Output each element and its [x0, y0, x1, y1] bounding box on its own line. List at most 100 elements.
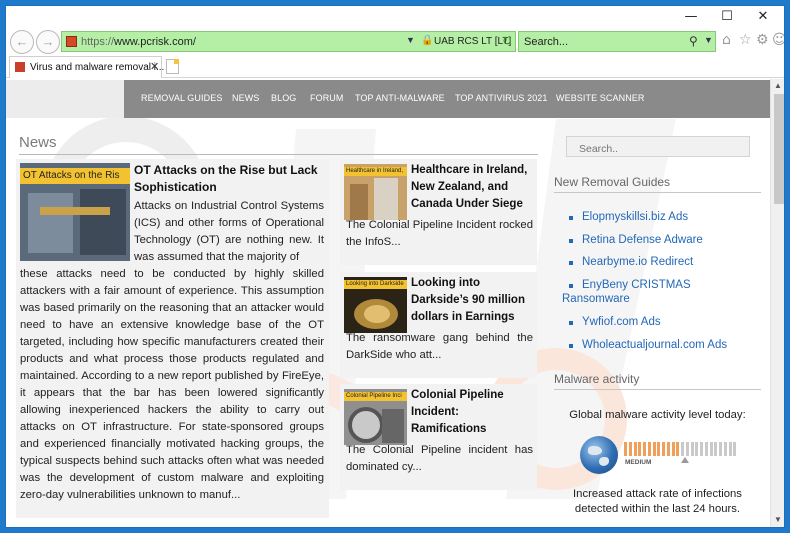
meter-tick — [624, 442, 627, 456]
meter-tick — [723, 442, 727, 456]
tab-favicon-icon — [15, 62, 25, 72]
new-tab-button[interactable] — [166, 59, 179, 74]
browser-window: — ☐ ✕ ← → https://www.pcrisk.com/ ▼ 🔒 UA… — [5, 5, 785, 528]
url-scheme: https:// — [81, 36, 115, 48]
site-favicon-icon — [66, 36, 77, 47]
list-bullet — [569, 261, 573, 265]
list-bullet — [569, 216, 573, 220]
removal-guides-divider — [554, 192, 761, 193]
side-article-title[interactable]: Healthcare in Ireland, New Zealand, and … — [411, 162, 535, 213]
site-navigation: REMOVAL GUIDES NEWS BLOG FORUM TOP ANTI-… — [124, 80, 770, 118]
meter-tick — [700, 442, 703, 456]
address-url[interactable]: https://www.pcrisk.com/ — [81, 36, 196, 48]
home-icon[interactable]: ⌂ — [722, 32, 731, 48]
malware-level-meter — [624, 442, 738, 456]
side-article-excerpt: The Colonial Pipeline incident has domin… — [346, 444, 533, 473]
nav-website-scanner[interactable]: WEBSITE SCANNER — [556, 93, 645, 103]
nav-forum[interactable]: FORUM — [310, 93, 344, 103]
minimize-button[interactable]: — — [676, 8, 706, 26]
malware-activity-divider — [554, 389, 761, 390]
nav-top-antivirus[interactable]: TOP ANTIVIRUS 2021 — [455, 93, 548, 103]
guide-link[interactable]: Wholeactualjournal.com Ads — [582, 339, 727, 351]
list-bullet — [569, 284, 573, 288]
list-bullet — [569, 239, 573, 243]
meter-tick — [628, 442, 632, 456]
site-search-input[interactable] — [566, 136, 750, 157]
side-article-excerpt: The Colonial Pipeline Incident rocked th… — [346, 219, 533, 248]
meter-tick — [695, 442, 699, 456]
address-dropdown-icon[interactable]: ▼ — [406, 35, 415, 45]
side-article-title[interactable]: Colonial Pipeline Incident: Ramification… — [411, 387, 535, 438]
meter-pointer-icon — [681, 457, 689, 463]
guide-link[interactable]: Elopmyskillsi.biz Ads — [582, 211, 688, 223]
side-article-2-thumbnail[interactable]: Looking into Darkside — [344, 277, 407, 333]
browser-search-placeholder: Search... — [524, 36, 569, 48]
list-bullet — [569, 344, 573, 348]
main-article-title[interactable]: OT Attacks on the Rise but Lack Sophisti… — [134, 162, 324, 196]
side-article-2: Looking into Darkside Looking into Darks… — [340, 272, 537, 378]
refresh-icon[interactable]: ↻ — [502, 34, 512, 48]
side-article-title[interactable]: Looking into Darkside’s 90 million dolla… — [411, 275, 535, 326]
meter-tick — [676, 442, 680, 456]
news-divider — [19, 154, 538, 155]
browser-tab[interactable]: Virus and malware removal i... ✕ — [9, 56, 164, 78]
meter-tick — [714, 442, 718, 456]
guide-link[interactable]: EnyBeny CRISTMAS — [582, 279, 691, 291]
nav-left-strip — [6, 80, 124, 118]
nav-removal-guides[interactable]: REMOVAL GUIDES — [141, 93, 222, 103]
guide-link[interactable]: Nearbyme.io Redirect — [582, 256, 693, 268]
meter-tick — [704, 442, 708, 456]
meter-tick — [681, 442, 684, 456]
certificate-label[interactable]: UAB RCS LT [LT] — [434, 36, 511, 47]
lock-icon[interactable]: 🔒 — [421, 35, 433, 46]
feedback-smiley-icon[interactable]: ☺ — [772, 32, 784, 48]
malware-activity-heading: Malware activity — [554, 372, 640, 386]
guide-link[interactable]: Retina Defense Adware — [582, 234, 703, 246]
meter-tick — [719, 442, 722, 456]
browser-search-box[interactable]: Search... ⚲ ▼ — [518, 31, 716, 52]
settings-gear-icon[interactable]: ⚙ — [756, 32, 769, 48]
guide-link-continued[interactable]: Ransomware — [562, 293, 630, 305]
side-article-excerpt: The ransomware gang behind the DarkSide … — [346, 332, 533, 361]
close-button[interactable]: ✕ — [748, 8, 778, 26]
nav-news[interactable]: NEWS — [232, 93, 259, 103]
meter-tick — [666, 442, 670, 456]
side-thumbnail-label: Colonial Pipeline Inci — [344, 392, 407, 401]
main-article-thumbnail[interactable]: OT Attacks on the Ris — [20, 163, 130, 261]
meter-tick — [643, 442, 646, 456]
page-scrollbar[interactable]: ▲ ▼ — [770, 79, 784, 527]
nav-blog[interactable]: BLOG — [271, 93, 296, 103]
forward-button[interactable]: → — [36, 30, 60, 54]
nav-top-anti-malware[interactable]: TOP ANTI-MALWARE — [355, 93, 445, 103]
list-bullet — [569, 321, 573, 325]
main-article-excerpt-top: Attacks on Industrial Control Systems (I… — [134, 200, 324, 263]
title-bar: — ☐ ✕ — [6, 6, 784, 28]
guide-link[interactable]: Ywfiof.com Ads — [582, 316, 661, 328]
side-thumbnail-label: Healthcare in Ireland, — [344, 167, 407, 176]
address-bar[interactable]: https://www.pcrisk.com/ ▼ 🔒 UAB RCS LT [… — [61, 31, 516, 52]
scroll-down-icon[interactable]: ▼ — [774, 515, 782, 524]
side-article-1-thumbnail[interactable]: Healthcare in Ireland, — [344, 164, 407, 220]
back-arrow-icon: ← — [15, 34, 29, 49]
side-article-3: Colonial Pipeline Inci Colonial Pipeline… — [340, 384, 537, 490]
removal-guides-heading: New Removal Guides — [554, 175, 671, 189]
meter-tick — [733, 442, 737, 456]
side-thumbnail-label: Looking into Darkside — [344, 280, 407, 289]
favorites-star-icon[interactable]: ☆ — [739, 32, 752, 48]
main-article-excerpt: these attacks need to be conducted by hi… — [20, 268, 324, 501]
scroll-up-icon[interactable]: ▲ — [774, 81, 782, 90]
maximize-button[interactable]: ☐ — [712, 8, 742, 26]
malware-activity-title: Global malware activity level today: — [569, 409, 746, 421]
search-icon[interactable]: ⚲ — [689, 34, 698, 48]
main-thumbnail-label: OT Attacks on the Ris — [20, 168, 130, 184]
web-page: REMOVAL GUIDES NEWS BLOG FORUM TOP ANTI-… — [6, 79, 770, 527]
search-dropdown-icon[interactable]: ▼ — [704, 35, 713, 45]
tab-strip: Virus and malware removal i... ✕ — [6, 56, 784, 78]
side-article-3-thumbnail[interactable]: Colonial Pipeline Inci — [344, 389, 407, 445]
forward-arrow-icon: → — [41, 34, 55, 49]
scroll-thumb[interactable] — [774, 94, 784, 204]
tab-close-icon[interactable]: ✕ — [150, 60, 159, 73]
malware-note-line-1: Increased attack rate of infections — [573, 488, 742, 500]
main-news-article: OT Attacks on the Ris OT Attacks on the … — [16, 159, 329, 518]
back-button[interactable]: ← — [10, 30, 34, 54]
